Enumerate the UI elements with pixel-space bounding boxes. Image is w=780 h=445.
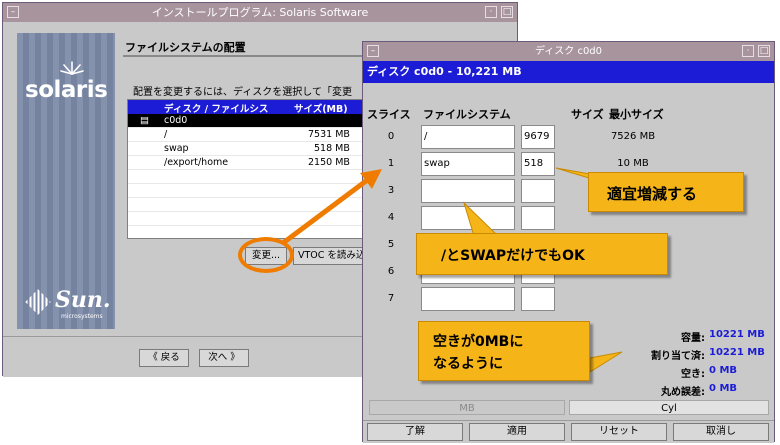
solaris-logo: solaris	[25, 77, 108, 103]
free-label: 空き:	[681, 369, 705, 380]
callout-root-swap-text: /とSWAPだけでもOK	[441, 248, 585, 264]
disk-icon: ▤	[140, 115, 149, 126]
disk-header: ディスク c0d0 - 10,221 MB	[363, 61, 774, 83]
filesystem-field[interactable]: swap	[421, 152, 515, 176]
free-value: 0 MB	[709, 365, 738, 376]
callout-adjust-size: 適宜増減する	[588, 172, 744, 212]
apply-button[interactable]: 適用	[469, 423, 565, 441]
page-title: ファイルシステムの配置	[125, 41, 246, 54]
minimize-icon[interactable]: ·	[742, 45, 754, 57]
rounding-error-value: 0 MB	[709, 383, 738, 394]
column-slice: スライス	[367, 108, 411, 121]
slice-number: 6	[387, 266, 395, 277]
column-min-size: 最小サイズ	[609, 108, 664, 121]
next-button[interactable]: 次へ 》	[199, 349, 249, 367]
installer-titlebar: – インストールプログラム: Solaris Software · □	[3, 3, 517, 22]
list-item-size: 7531 MB	[308, 129, 350, 140]
sun-microsystems-logo: Sun. microsystems	[25, 287, 111, 329]
branding-sidebar: solaris Sun. microsystems	[17, 33, 115, 329]
sun-logo-text: Sun.	[55, 287, 111, 313]
size-field[interactable]	[521, 179, 555, 203]
list-item-name: swap	[164, 143, 189, 154]
sun-logo-subtext: microsystems	[61, 313, 103, 320]
callout-free-zero-line2: なるように	[433, 356, 503, 372]
min-size-value: 10 MB	[617, 158, 649, 169]
callout-free-zero-line1: 空きが0MBに	[433, 334, 524, 350]
ok-button[interactable]: 了解	[367, 423, 463, 441]
slice-number: 7	[387, 293, 395, 304]
back-button[interactable]: 《 戻る	[139, 349, 189, 367]
list-item-name: c0d0	[164, 115, 188, 126]
disk-dialog-titlebar: – ディスク c0d0 · □	[363, 42, 774, 61]
list-item-name: /export/home	[164, 157, 229, 168]
list-item-name: /	[164, 129, 168, 140]
size-field[interactable]: 518	[521, 152, 555, 176]
size-field[interactable]	[521, 287, 555, 311]
slice-number: 0	[387, 131, 395, 142]
rounding-error-label: 丸め誤差:	[661, 387, 705, 398]
callout-root-swap: /とSWAPだけでもOK	[416, 233, 668, 275]
filesystem-field[interactable]	[421, 206, 515, 230]
size-field[interactable]	[521, 206, 555, 230]
maximize-icon[interactable]: □	[758, 45, 770, 57]
list-item-size: 518 MB	[314, 143, 350, 154]
solaris-sun-icon	[60, 61, 84, 75]
change-button-highlight	[238, 237, 294, 273]
unit-cyl-toggle[interactable]: Cyl	[569, 400, 769, 415]
filesystem-field[interactable]	[421, 179, 515, 203]
unit-mb-toggle[interactable]: MB	[369, 400, 565, 415]
slice-number: 4	[387, 212, 395, 223]
window-menu-icon[interactable]: –	[7, 6, 19, 18]
capacity-value: 10221 MB	[709, 329, 765, 340]
header-size: サイズ(MB)	[294, 104, 348, 115]
size-field[interactable]: 9679	[521, 125, 555, 149]
callout-adjust-text: 適宜増減する	[607, 185, 698, 203]
filesystem-field[interactable]: /	[421, 125, 515, 149]
cancel-button[interactable]: 取消し	[673, 423, 769, 441]
instruction-text: 配置を変更するには、ディスクを選択して「変更	[133, 87, 352, 98]
slice-number: 3	[387, 185, 395, 196]
column-size: サイズ	[571, 108, 604, 121]
slice-number: 1	[387, 158, 395, 169]
column-filesystem: ファイルシステム	[423, 108, 511, 121]
slice-number: 5	[387, 239, 395, 250]
allocated-value: 10221 MB	[709, 347, 765, 358]
window-menu-icon[interactable]: –	[367, 45, 379, 57]
minimize-icon[interactable]: ·	[485, 6, 497, 18]
header-disk-fs: ディスク / ファイルシス	[164, 104, 269, 115]
min-size-value: 7526 MB	[610, 131, 656, 142]
list-item-size: 2150 MB	[308, 157, 350, 168]
callout-free-zero: 空きが0MBに なるように	[418, 321, 590, 381]
disk-dialog-title: ディスク c0d0	[534, 46, 603, 57]
installer-title: インストールプログラム: Solaris Software	[151, 6, 369, 19]
capacity-label: 容量:	[681, 333, 705, 344]
allocated-label: 割り当て済:	[651, 351, 705, 362]
sun-diamond-icon	[25, 289, 51, 315]
reset-button[interactable]: リセット	[571, 423, 667, 441]
dialog-button-bar: 了解 適用 リセット 取消し	[363, 420, 774, 443]
maximize-icon[interactable]: □	[501, 6, 513, 18]
filesystem-field[interactable]	[421, 287, 515, 311]
